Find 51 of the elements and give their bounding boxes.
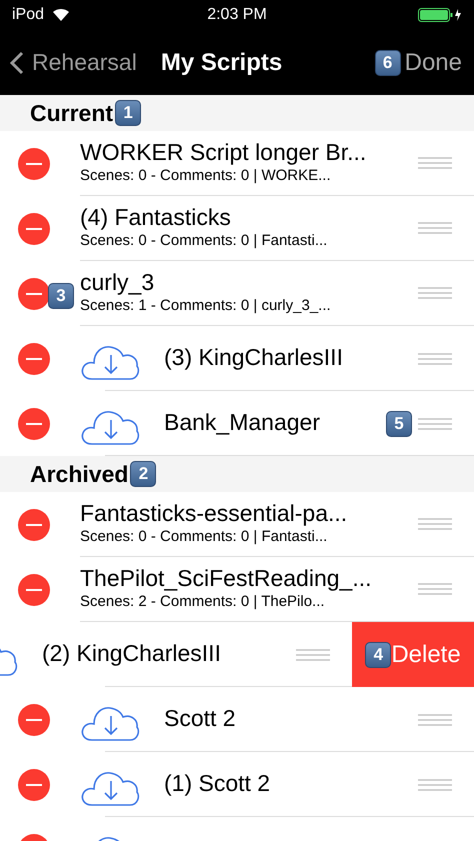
delete-action-button[interactable]: 4 Delete bbox=[352, 622, 474, 687]
battery-icon bbox=[418, 7, 462, 23]
wifi-icon bbox=[52, 8, 70, 22]
status-time: 2:03 PM bbox=[206, 5, 268, 25]
number-badge: 3 bbox=[48, 283, 74, 309]
delete-circle-button[interactable] bbox=[18, 212, 50, 244]
delete-circle-button[interactable] bbox=[18, 574, 50, 606]
delete-circle-button[interactable] bbox=[18, 408, 50, 440]
script-title: WORKER Script longer Br... bbox=[80, 138, 368, 165]
reorder-handle-icon[interactable] bbox=[418, 778, 452, 790]
script-title: Bank_Manager bbox=[164, 409, 320, 435]
script-details: Scenes: 2 - Comments: 0 | ThePilo... bbox=[80, 592, 326, 612]
done-button[interactable]: 6 Done bbox=[374, 44, 462, 80]
script-details: Scenes: 1 - Comments: 0 | curly_3_... bbox=[80, 296, 332, 316]
nav-title: My Scripts bbox=[160, 48, 282, 78]
delete-circle-button[interactable] bbox=[18, 768, 50, 800]
reorder-handle-icon[interactable] bbox=[418, 287, 452, 299]
delete-circle-button[interactable] bbox=[18, 704, 50, 736]
script-title: (3) KingCharlesIII bbox=[164, 344, 343, 370]
number-badge: 5 bbox=[386, 410, 412, 436]
number-badge: 4 bbox=[365, 642, 392, 668]
reorder-handle-icon[interactable] bbox=[418, 583, 452, 595]
reorder-handle-icon[interactable] bbox=[418, 518, 452, 530]
script-title: (4) Fantasticks bbox=[80, 204, 232, 230]
number-badge: 6 bbox=[374, 50, 401, 76]
reorder-handle-icon[interactable] bbox=[418, 222, 452, 234]
chevron-left-icon bbox=[10, 50, 24, 74]
carrier-label: iPod bbox=[12, 5, 44, 25]
number-badge: 1 bbox=[115, 100, 142, 126]
script-details: Scenes: 0 - Comments: 0 | Fantasti... bbox=[80, 230, 328, 251]
script-title: curly_3 bbox=[80, 268, 156, 295]
delete-circle-button[interactable] bbox=[18, 278, 50, 310]
delete-circle-button[interactable] bbox=[18, 148, 50, 180]
script-title: (2) KingCharlesIII bbox=[42, 640, 221, 666]
delete-circle-button[interactable] bbox=[18, 342, 50, 374]
reorder-handle-icon[interactable] bbox=[418, 352, 452, 364]
script-title: (1) Scott 2 bbox=[164, 770, 270, 796]
delete-circle-button[interactable] bbox=[18, 508, 50, 540]
section-title: Current bbox=[30, 98, 114, 128]
script-details: Scenes: 0 - Comments: 0 | WORKE... bbox=[80, 166, 332, 186]
reorder-handle-icon[interactable] bbox=[418, 714, 452, 726]
reorder-handle-icon[interactable] bbox=[418, 157, 452, 169]
number-badge: 2 bbox=[130, 461, 156, 487]
script-details: Scenes: 0 - Comments: 0 | Fantasti... bbox=[80, 526, 328, 547]
section-title: Archived bbox=[30, 460, 128, 489]
script-title: Fantasticks-essential-pa... bbox=[80, 500, 348, 526]
reorder-handle-icon[interactable] bbox=[418, 418, 452, 430]
script-title: ThePilot_SciFestReading_... bbox=[80, 564, 372, 591]
back-button[interactable]: Rehearsal bbox=[10, 45, 137, 80]
reorder-handle-icon[interactable] bbox=[296, 648, 330, 660]
script-title: Scott 2 bbox=[164, 705, 236, 731]
